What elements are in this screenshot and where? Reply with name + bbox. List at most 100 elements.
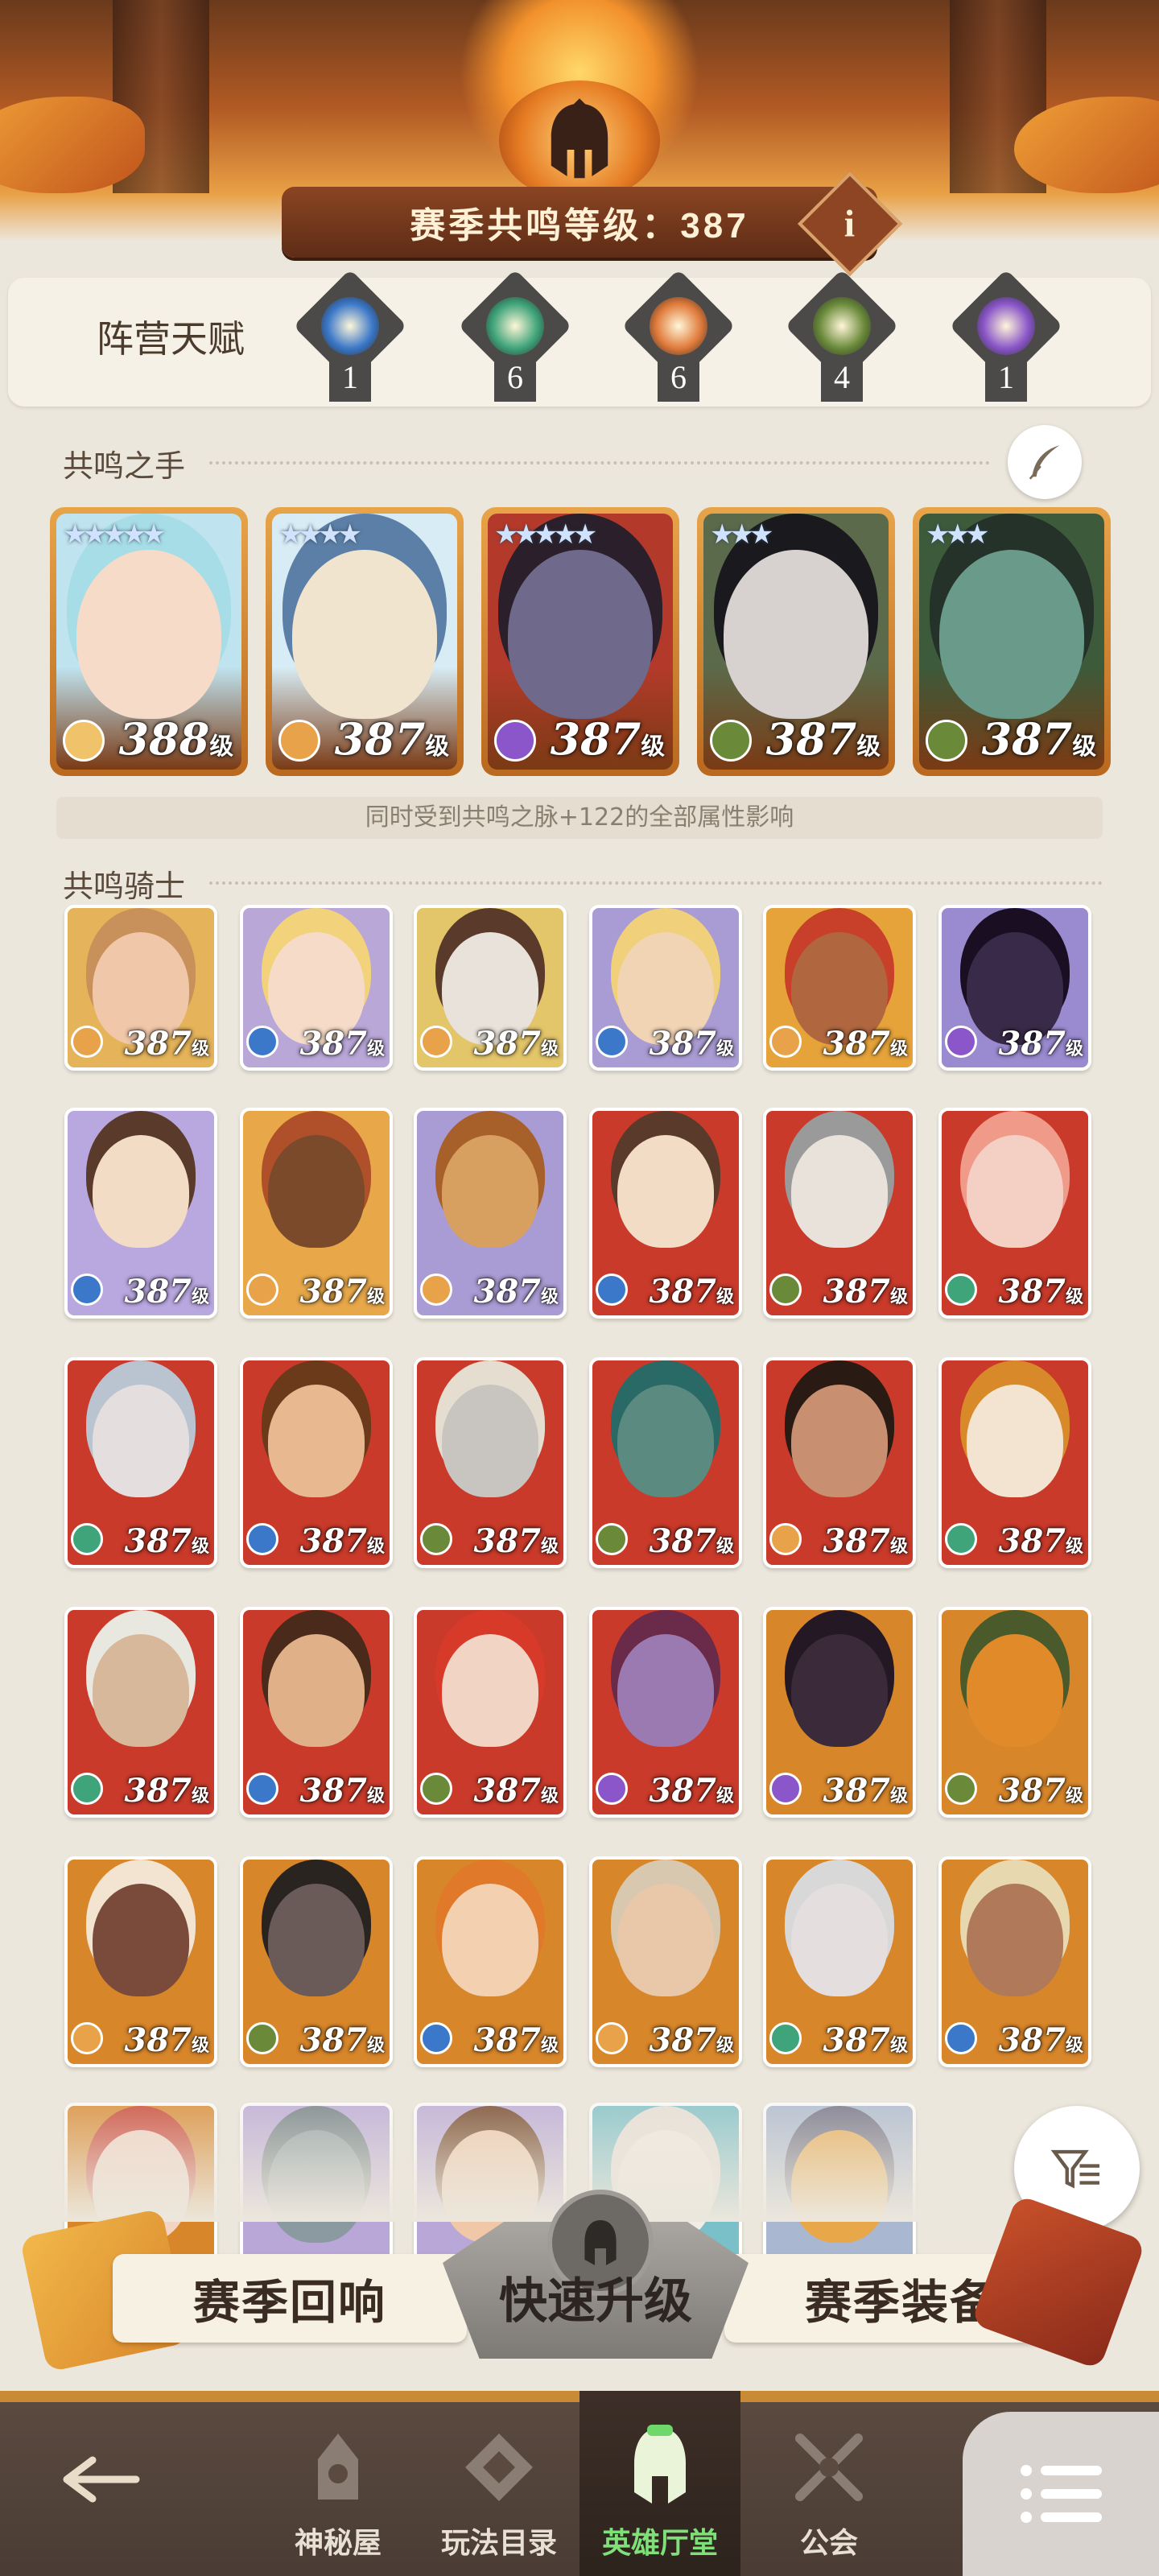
resonance-knight-card[interactable]: 387级 [763, 1856, 916, 2067]
faction-icon [769, 1773, 802, 1805]
resonance-knight-card[interactable]: 387级 [938, 1357, 1091, 1568]
faction-talent-3[interactable]: 4 [777, 269, 899, 407]
nav-item-hero-hall[interactable]: 英雄厅堂 [580, 2391, 740, 2576]
hero-level: 387级 [299, 1273, 385, 1311]
resonance-knight-card[interactable]: 387级 [64, 1856, 217, 2067]
faction-icon [710, 720, 752, 762]
faction-icon [246, 1773, 278, 1805]
resonance-hand-card[interactable]: ★★★ 387级 [697, 507, 895, 776]
hero-level: 387级 [823, 2021, 908, 2059]
nav-item-guild[interactable]: 公会 [749, 2391, 909, 2576]
faction-talent-2[interactable]: 6 [614, 269, 736, 407]
faction-talent-label: 阵营天赋 [97, 317, 245, 361]
resonance-knight-card[interactable]: 387级 [240, 905, 393, 1071]
hero-portrait [791, 1634, 888, 1747]
menu-button[interactable] [963, 2412, 1159, 2576]
resonance-hand-card[interactable]: ★★★ 387级 [913, 507, 1111, 776]
hero-level: 387级 [473, 1522, 559, 1560]
resonance-knight-card[interactable]: 387级 [240, 1856, 393, 2067]
resonance-knight-card[interactable]: 387级 [589, 905, 742, 1071]
resonance-knight-card[interactable]: 387级 [240, 1357, 393, 1568]
faction-talent-0[interactable]: 1 [286, 269, 407, 407]
hero-portrait [442, 1385, 538, 1497]
back-button[interactable] [32, 2391, 169, 2576]
hero-portrait [442, 1884, 538, 1996]
quill-icon[interactable] [1008, 425, 1082, 499]
hero-portrait [508, 550, 653, 719]
hero-level: 387级 [823, 1772, 908, 1810]
nav-item-mystic-house[interactable]: 神秘屋 [266, 2391, 410, 2576]
faction-icon [945, 2022, 977, 2054]
resonance-hand-card[interactable]: ★★★★★ 388级 [50, 507, 248, 776]
faction-icon [769, 1274, 802, 1306]
resonance-knight-card[interactable]: 387级 [589, 1607, 742, 1818]
bottom-nav: 神秘屋 玩法目录 英雄厅堂 公会 [0, 2391, 1159, 2576]
hero-level: 388级 [118, 713, 233, 765]
hero-level: 387级 [765, 713, 881, 765]
season-echo-button[interactable]: 赛季回响 [113, 2254, 467, 2343]
faction-icon [769, 1523, 802, 1555]
quick-upgrade-label: 快速升级 [499, 2273, 692, 2330]
menu-icon [1021, 2465, 1102, 2523]
resonance-knight-card[interactable]: 387级 [64, 1108, 217, 1319]
hero-level: 387级 [124, 1772, 209, 1810]
resonance-knight-card[interactable]: 387级 [414, 1357, 567, 1568]
resonance-knight-card[interactable]: 387级 [64, 1357, 217, 1568]
resonance-knight-card[interactable]: 387级 [64, 1607, 217, 1818]
quick-upgrade-button[interactable]: 快速升级 [427, 2190, 765, 2367]
nav-label: 英雄厅堂 [601, 2527, 718, 2560]
resonance-knight-card[interactable]: 387级 [64, 905, 217, 1071]
hero-level: 387级 [823, 1522, 908, 1560]
talent-count: 6 [670, 359, 687, 395]
season-resonance-level: 赛季共鸣等级：387 [282, 187, 877, 258]
star-rating: ★★★★★ [63, 518, 166, 551]
resonance-knight-card[interactable]: 387级 [763, 1108, 916, 1319]
resonance-knight-card[interactable]: 387级 [763, 905, 916, 1071]
resonance-knight-card[interactable]: 387级 [763, 1607, 916, 1818]
hero-level: 387级 [473, 1772, 559, 1810]
banner-leaf-left [0, 97, 145, 193]
resonance-knight-card[interactable]: 387级 [414, 905, 567, 1071]
resonance-knight-card[interactable]: 387级 [589, 1108, 742, 1319]
hero-hall-icon [616, 2423, 704, 2512]
nav-label: 公会 [799, 2527, 858, 2560]
hero-portrait [791, 1385, 888, 1497]
hero-portrait [617, 1135, 714, 1248]
resonance-knight-card[interactable]: 387级 [938, 1108, 1091, 1319]
resonance-knight-card[interactable]: 387级 [589, 1357, 742, 1568]
nav-item-mode-catalog[interactable]: 玩法目录 [419, 2391, 580, 2576]
hero-level: 387级 [550, 713, 665, 765]
back-arrow-icon [56, 2435, 145, 2524]
resonance-hand-card[interactable]: ★★★★★ 387级 [481, 507, 679, 776]
mauler-faction-icon [813, 297, 871, 355]
resonance-knight-card[interactable]: 387级 [414, 1607, 567, 1818]
resonance-hand-card[interactable]: ★★★★ 387级 [266, 507, 464, 776]
resonance-knight-card[interactable]: 387级 [240, 1108, 393, 1319]
resonance-knight-card[interactable]: 387级 [938, 1856, 1091, 2067]
hero-portrait [268, 1884, 365, 1996]
resonance-knight-card[interactable]: 387级 [938, 1607, 1091, 1818]
resonance-knights-title: 共鸣骑士 [63, 869, 186, 904]
hero-level: 387级 [649, 1025, 734, 1063]
section-divider [209, 461, 990, 464]
celestial-faction-icon [977, 297, 1035, 355]
faction-icon [71, 1026, 103, 1058]
hero-portrait [93, 1884, 189, 1996]
faction-talent-1[interactable]: 6 [451, 269, 572, 407]
resonance-knight-card[interactable]: 387级 [763, 1357, 916, 1568]
faction-icon [494, 720, 536, 762]
faction-icon [71, 1523, 103, 1555]
hero-level: 387级 [299, 1772, 385, 1810]
resonance-knight-card[interactable]: 387级 [938, 905, 1091, 1071]
faction-talent-4[interactable]: 1 [942, 269, 1063, 407]
hero-portrait [442, 1135, 538, 1248]
resonance-knight-card[interactable]: 387级 [414, 1108, 567, 1319]
hero-level: 387级 [998, 1025, 1083, 1063]
faction-icon [945, 1274, 977, 1306]
star-rating: ★★★★ [278, 518, 362, 551]
resonance-knight-card[interactable]: 387级 [240, 1607, 393, 1818]
resonance-knight-card[interactable]: 387级 [589, 1856, 742, 2067]
resonance-knight-card[interactable]: 387级 [414, 1856, 567, 2067]
spartan-helmet-icon [499, 80, 660, 201]
hero-portrait [93, 1634, 189, 1747]
